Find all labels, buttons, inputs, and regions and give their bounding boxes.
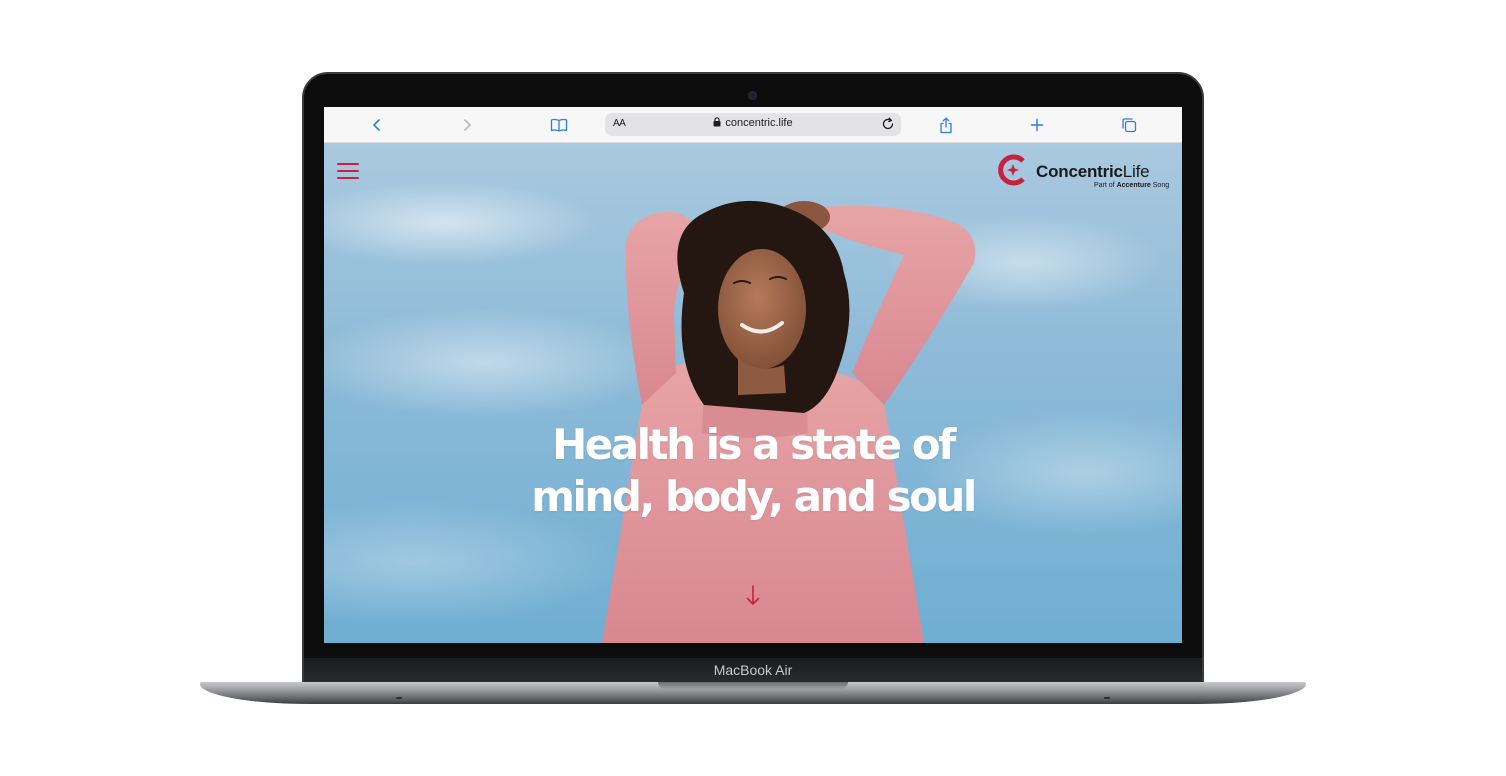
headline-line: mind, body, and soul (531, 472, 977, 521)
hero-section: ConcentricLife Part of Accenture Song He… (324, 143, 1182, 643)
face (718, 249, 806, 369)
hero-headline: Health is a state of mind, body, and sou… (324, 419, 1182, 523)
browser-toolbar: AA concentric.life (324, 107, 1182, 143)
headline-line: Health is a state of (552, 420, 956, 469)
chevron-right-icon[interactable] (455, 113, 479, 137)
camera-icon (749, 92, 756, 99)
hamburger-menu-icon[interactable] (337, 163, 361, 181)
url-text: concentric.life (725, 117, 793, 129)
hero-photo (602, 200, 976, 643)
reload-icon[interactable] (879, 115, 897, 133)
logo-mark-icon (998, 154, 1025, 186)
plus-icon[interactable] (1025, 113, 1049, 137)
laptop-notch (658, 682, 848, 689)
laptop-foot (1104, 697, 1110, 699)
url-display: concentric.life (605, 117, 901, 130)
logo-subline: Part of Accenture Song (1094, 182, 1170, 189)
arrow-down-icon[interactable] (744, 583, 762, 609)
address-bar[interactable]: AA concentric.life (605, 113, 901, 136)
lock-icon (713, 117, 721, 130)
chevron-left-icon[interactable] (365, 113, 389, 137)
screen: AA concentric.life ConcentricLife Part o… (324, 107, 1182, 643)
share-icon[interactable] (934, 113, 958, 137)
book-icon[interactable] (547, 113, 571, 137)
laptop-foot (396, 697, 402, 699)
logo-wordmark: ConcentricLife (1036, 162, 1150, 181)
device-label: MacBook Air (713, 662, 793, 678)
tabs-icon[interactable] (1117, 113, 1141, 137)
concentric-life-logo[interactable]: ConcentricLife Part of Accenture Song (996, 153, 1170, 189)
